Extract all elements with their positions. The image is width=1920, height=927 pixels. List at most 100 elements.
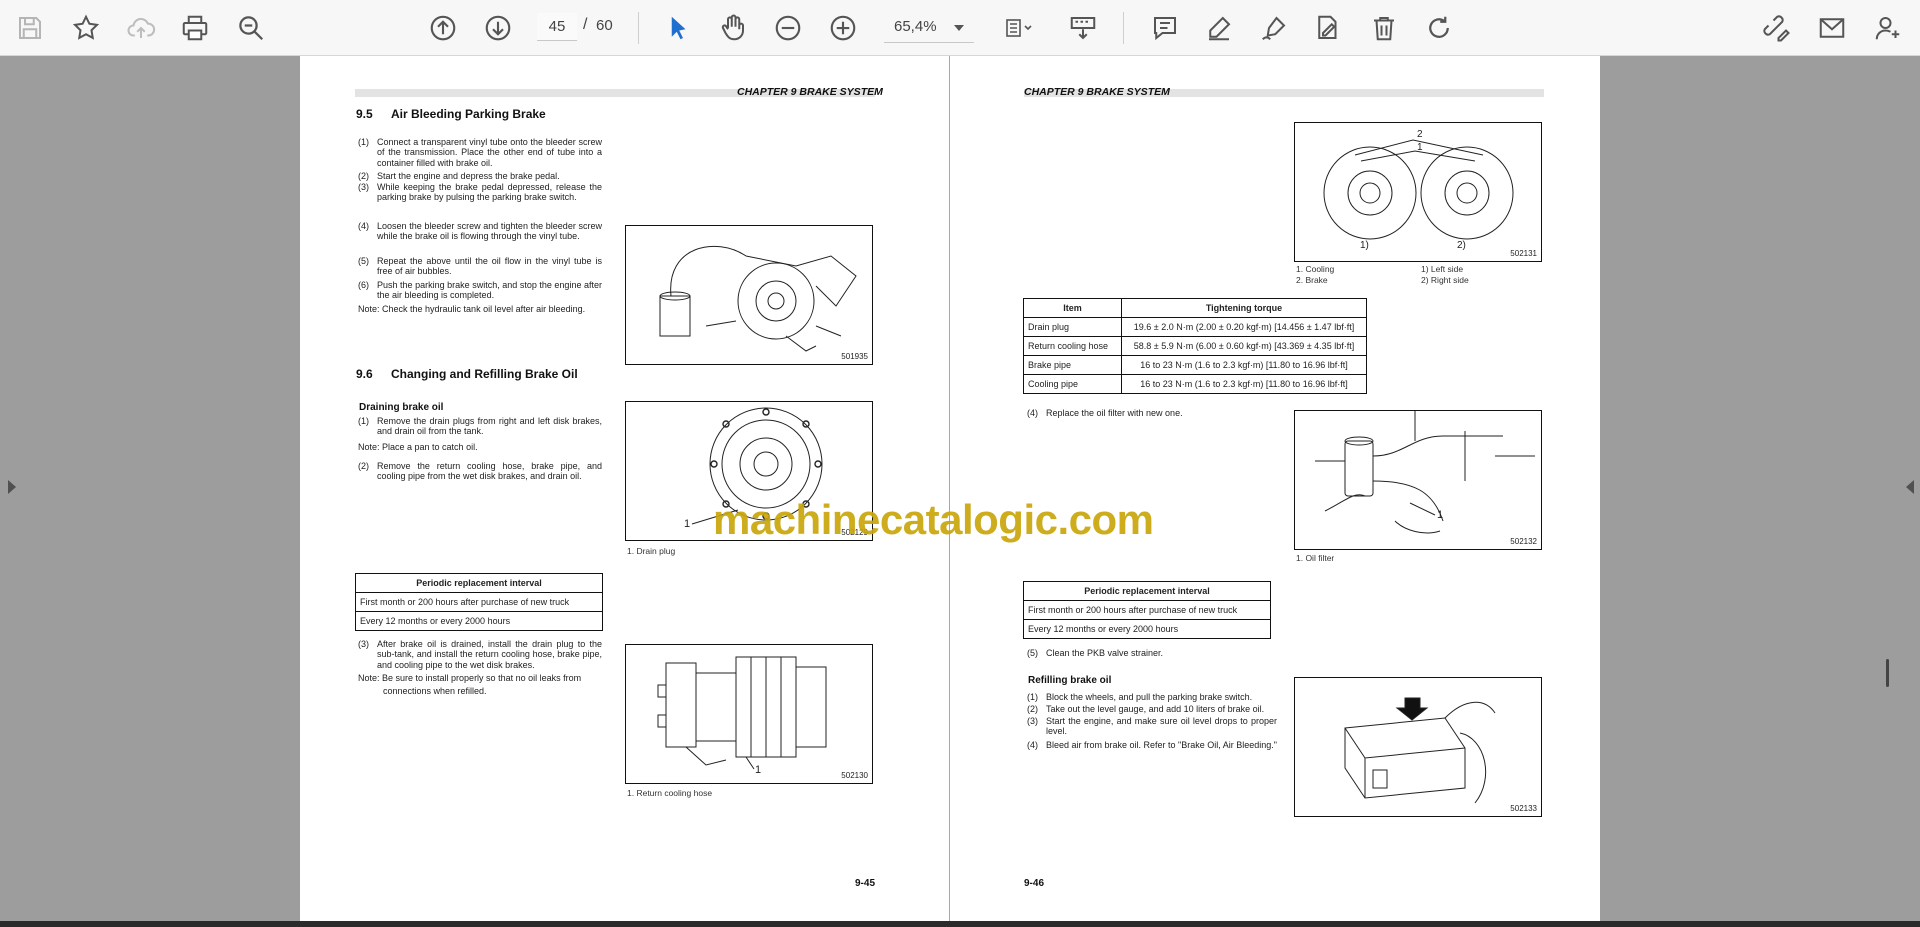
- drain-note-2-line2: connections when refilled.: [383, 686, 487, 696]
- toolbar-divider: [1123, 12, 1124, 44]
- envelope-icon: [1819, 18, 1845, 38]
- caption-cooling: 1. Cooling: [1296, 264, 1335, 274]
- figure-code: 502132: [1510, 537, 1537, 546]
- torque-value: 19.6 ± 2.0 N·m (2.00 ± 0.20 kgf·m) [14.4…: [1121, 317, 1367, 337]
- refill-step-1: (1) Block the wheels, and pull the parkin…: [1027, 692, 1277, 702]
- bleeder-illustration: [659, 245, 857, 352]
- refill-step-4: (4) Bleed air from brake oil. Refer to "B…: [1027, 740, 1277, 750]
- keyboard-arrow-icon: [1070, 17, 1096, 40]
- interval-table-header: Periodic replacement interval: [1023, 581, 1271, 601]
- oil-filter-callout: 1: [1437, 509, 1444, 521]
- highlight-button[interactable]: [1199, 8, 1239, 48]
- step-text: Connect a transparent vinyl tube onto th…: [377, 137, 602, 168]
- upload-button[interactable]: [121, 8, 161, 48]
- step-num: (3): [358, 182, 369, 192]
- select-tool-button[interactable]: [658, 8, 698, 48]
- step-text: Bleed air from brake oil. Refer to "Brak…: [1046, 740, 1277, 750]
- comment-icon: [1154, 17, 1176, 41]
- magnifier-minus-icon: [239, 16, 264, 41]
- zoom-search-button[interactable]: [231, 8, 271, 48]
- printer-icon: [182, 15, 208, 41]
- previous-page-button[interactable]: [423, 8, 463, 48]
- figure-502133: 502133: [1294, 677, 1542, 817]
- arrow-down-circle-icon: [485, 15, 511, 41]
- note-95: Note: Check the hydraulic tank oil level…: [358, 304, 586, 314]
- torque-item: Cooling pipe: [1023, 374, 1122, 394]
- sign-document-icon: [1318, 15, 1337, 39]
- step-text: Replace the oil filter with new one.: [1046, 408, 1183, 418]
- figure-502130: 1 502130: [625, 644, 873, 784]
- refilling-brake-oil-heading: Refilling brake oil: [1028, 675, 1112, 686]
- step-num: (1): [358, 137, 369, 147]
- page-separator: /: [583, 16, 588, 33]
- chapter-header: CHAPTER 9 BRAKE SYSTEM: [737, 86, 883, 98]
- trash-icon: [1374, 17, 1394, 41]
- page-number: 9-46: [1024, 878, 1045, 889]
- step-text: Push the parking brake switch, and stop …: [377, 280, 602, 301]
- figure-code: 502133: [1510, 804, 1537, 813]
- step-num: (5): [358, 256, 369, 266]
- step-text: Remove the return cooling hose, brake pi…: [377, 461, 602, 482]
- caption-502130: 1. Return cooling hose: [627, 788, 713, 798]
- drain-plug-callout: 1: [684, 518, 691, 530]
- torque-item: Brake pipe: [1023, 355, 1122, 375]
- document-viewer[interactable]: CHAPTER 9 BRAKE SYSTEM 9.5 Air Bleeding …: [0, 56, 1920, 921]
- interval-table-header: Periodic replacement interval: [355, 573, 603, 593]
- page-number-input[interactable]: [537, 13, 577, 41]
- pen-icon: [1209, 16, 1231, 41]
- step-num: (2): [358, 171, 369, 181]
- caption-502132: 1. Oil filter: [1296, 553, 1335, 563]
- print-button[interactable]: [175, 8, 215, 48]
- save-button[interactable]: [10, 8, 50, 48]
- figure-code: 502131: [1510, 249, 1537, 258]
- callout-right-side: 2): [1457, 240, 1466, 251]
- plus-circle-icon: [830, 15, 856, 41]
- sign-button[interactable]: [1308, 8, 1348, 48]
- oil-filter-illustration: [1315, 411, 1535, 534]
- zoom-in-button[interactable]: [823, 8, 863, 48]
- step-text: Block the wheels, and pull the parking b…: [1046, 692, 1253, 702]
- figure-code: 502130: [841, 771, 868, 780]
- draw-button[interactable]: [1254, 8, 1294, 48]
- caption-502129: 1. Drain plug: [627, 546, 676, 556]
- minus-circle-icon: [775, 15, 801, 41]
- vertical-scrollbar[interactable]: [1886, 659, 1889, 687]
- redo-button[interactable]: [1419, 8, 1459, 48]
- torque-value: 16 to 23 N·m (1.6 to 2.3 kgf·m) [11.80 t…: [1121, 355, 1367, 375]
- interval-table-right: Periodic replacement interval First mont…: [1023, 581, 1271, 639]
- collapse-left-panel-icon[interactable]: [8, 480, 16, 494]
- section-9-6-title: Changing and Refilling Brake Oil: [391, 367, 578, 381]
- zoom-level-dropdown[interactable]: 65,4%: [884, 13, 974, 43]
- email-button[interactable]: [1812, 8, 1852, 48]
- draining-brake-oil-heading: Draining brake oil: [359, 402, 444, 413]
- next-page-button[interactable]: [478, 8, 518, 48]
- zoom-out-button[interactable]: [768, 8, 808, 48]
- refill-step-3: (3) Start the engine, and make sure oil l…: [1027, 716, 1277, 737]
- arrow-up-circle-icon: [430, 15, 456, 41]
- link-pencil-icon: [1763, 15, 1790, 42]
- drain-step-1: (1) Remove the drain plugs from right and…: [358, 416, 602, 437]
- collapse-right-panel-icon[interactable]: [1906, 480, 1914, 494]
- interval-table-cell: First month or 200 hours after purchase …: [355, 592, 603, 612]
- figure-502131: 2 1 1) 2) 502131: [1294, 122, 1542, 262]
- zoom-level-value: 65,4%: [894, 18, 937, 35]
- step-num: (1): [1027, 692, 1038, 702]
- right-step-4: (4) Replace the oil filter with new one.: [1027, 408, 1277, 418]
- pen-nib-icon: [1262, 16, 1286, 40]
- comment-button[interactable]: [1145, 8, 1185, 48]
- page-number: 9-45: [855, 878, 876, 889]
- page-layout-button[interactable]: [993, 8, 1045, 48]
- add-user-button[interactable]: [1868, 8, 1908, 48]
- drain-step-2: (2) Remove the return cooling hose, brake…: [358, 461, 602, 482]
- scroll-mode-button[interactable]: [1063, 8, 1103, 48]
- status-strip: [0, 921, 1920, 927]
- hand-icon: [721, 14, 744, 41]
- torque-item: Drain plug: [1023, 317, 1122, 337]
- hand-tool-button[interactable]: [713, 8, 753, 48]
- torque-table-header-torque: Tightening torque: [1121, 298, 1367, 318]
- bookmark-button[interactable]: [66, 8, 106, 48]
- step-95-4: (4) Loosen the bleeder screw and tighten …: [358, 221, 602, 242]
- step-num: (3): [1027, 716, 1038, 726]
- delete-button[interactable]: [1364, 8, 1404, 48]
- link-edit-button[interactable]: [1756, 8, 1796, 48]
